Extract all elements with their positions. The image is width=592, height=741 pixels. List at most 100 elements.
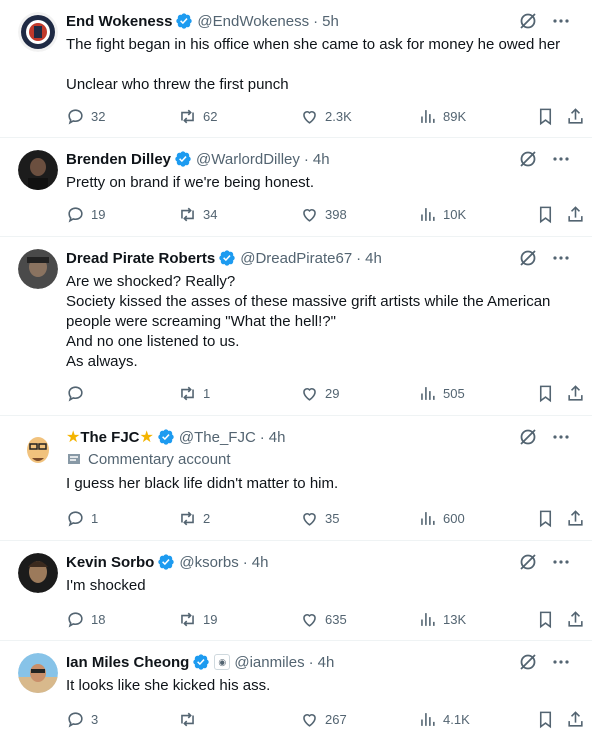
reply-button[interactable]: 18 bbox=[66, 609, 105, 629]
bookmark-button[interactable] bbox=[536, 106, 555, 126]
like-count: 398 bbox=[325, 206, 347, 222]
tweet-text: Pretty on brand if we're being honest. bbox=[66, 174, 315, 191]
grok-icon[interactable] bbox=[518, 652, 538, 672]
views-button[interactable]: 10K bbox=[418, 204, 466, 224]
reply-button[interactable]: 32 bbox=[66, 106, 105, 126]
reply-button[interactable]: 1 bbox=[66, 508, 98, 528]
like-button[interactable]: 267 bbox=[300, 709, 347, 729]
more-icon[interactable] bbox=[552, 653, 570, 671]
avatar[interactable] bbox=[18, 249, 58, 289]
tweet[interactable]: Kevin Sorbo @ksorbs · 4h I'm shocked 18 … bbox=[0, 541, 592, 641]
repost-button[interactable]: 1 bbox=[178, 383, 210, 403]
repost-button[interactable]: 19 bbox=[178, 609, 217, 629]
reply-button[interactable]: 3 bbox=[66, 709, 98, 729]
verified-badge-icon bbox=[175, 151, 191, 167]
action-bar: 19 34 398 10K bbox=[66, 204, 584, 224]
views-button[interactable]: 505 bbox=[418, 383, 465, 403]
affiliate-badge-icon[interactable]: ◉ bbox=[214, 654, 231, 670]
repost-button[interactable]: 2 bbox=[178, 508, 210, 528]
repost-button[interactable]: 34 bbox=[178, 204, 217, 224]
like-button[interactable]: 635 bbox=[300, 609, 347, 629]
tweet[interactable]: ★ The FJC ★ @The_FJC · 4h Commentary acc… bbox=[0, 416, 592, 541]
bookmark-icon bbox=[539, 385, 552, 402]
views-count: 505 bbox=[443, 385, 465, 401]
share-button[interactable] bbox=[566, 709, 585, 729]
views-count: 10K bbox=[443, 206, 467, 222]
share-button[interactable] bbox=[566, 204, 585, 224]
author-name[interactable]: Kevin Sorbo bbox=[66, 554, 154, 571]
reply-count: 19 bbox=[91, 206, 106, 222]
like-button[interactable]: 2.3K bbox=[300, 106, 352, 126]
avatar[interactable] bbox=[18, 553, 58, 593]
tweet-text: It looks like she kicked his ass. bbox=[66, 677, 271, 694]
tweet-header: Brenden Dilley @WarlordDilley · 4h bbox=[66, 149, 580, 169]
views-button[interactable]: 4.1K bbox=[418, 709, 470, 729]
tweet[interactable]: Brenden Dilley @WarlordDilley · 4h Prett… bbox=[0, 138, 592, 237]
views-button[interactable]: 600 bbox=[418, 508, 465, 528]
grok-icon[interactable] bbox=[518, 11, 538, 31]
author-handle[interactable]: @ianmiles bbox=[234, 654, 304, 671]
author-handle[interactable]: @ksorbs bbox=[179, 554, 238, 571]
timestamp[interactable]: 4h bbox=[313, 151, 330, 168]
tweet-text: I'm shocked bbox=[66, 577, 146, 594]
timestamp[interactable]: 5h bbox=[322, 13, 339, 30]
timestamp[interactable]: 4h bbox=[365, 250, 382, 267]
verified-badge-icon bbox=[193, 654, 210, 670]
tweet[interactable]: End Wokeness @EndWokeness · 5h The fight… bbox=[0, 0, 592, 138]
more-icon[interactable] bbox=[552, 150, 570, 168]
bookmark-button[interactable] bbox=[536, 609, 555, 629]
author-name[interactable]: Dread Pirate Roberts bbox=[66, 250, 215, 267]
author-handle[interactable]: @WarlordDilley bbox=[196, 151, 300, 168]
author-name[interactable]: The FJC bbox=[80, 429, 139, 446]
share-button[interactable] bbox=[566, 383, 585, 403]
grok-icon[interactable] bbox=[518, 427, 538, 447]
more-icon[interactable] bbox=[552, 428, 570, 446]
like-icon bbox=[303, 208, 316, 222]
views-button[interactable]: 13K bbox=[418, 609, 466, 629]
timestamp[interactable]: 4h bbox=[318, 654, 335, 671]
tweet[interactable]: Ian Miles Cheong ◉ @ianmiles · 4h It loo… bbox=[0, 641, 592, 741]
avatar[interactable] bbox=[18, 653, 58, 693]
author-name[interactable]: Ian Miles Cheong bbox=[66, 654, 189, 671]
like-button[interactable]: 35 bbox=[300, 508, 339, 528]
bookmark-button[interactable] bbox=[536, 204, 555, 224]
repost-button[interactable]: 62 bbox=[178, 106, 217, 126]
tweet-header: End Wokeness @EndWokeness · 5h bbox=[66, 11, 580, 31]
like-icon bbox=[303, 387, 316, 401]
author-handle[interactable]: @EndWokeness bbox=[197, 13, 309, 30]
more-icon[interactable] bbox=[552, 553, 570, 571]
author-handle[interactable]: @DreadPirate67 bbox=[240, 250, 352, 267]
avatar[interactable] bbox=[18, 428, 58, 468]
bookmark-button[interactable] bbox=[536, 508, 555, 528]
repost-icon bbox=[181, 207, 194, 221]
share-button[interactable] bbox=[566, 508, 585, 528]
account-label[interactable]: Commentary account bbox=[66, 449, 231, 469]
tweet[interactable]: Dread Pirate Roberts @DreadPirate67 · 4h… bbox=[0, 237, 592, 416]
timestamp[interactable]: 4h bbox=[269, 429, 286, 446]
bookmark-button[interactable] bbox=[536, 383, 555, 403]
like-button[interactable]: 398 bbox=[300, 204, 347, 224]
author-name[interactable]: Brenden Dilley bbox=[66, 151, 171, 168]
repost-button[interactable] bbox=[178, 709, 203, 729]
repost-count: 34 bbox=[203, 206, 218, 222]
like-button[interactable]: 29 bbox=[300, 383, 339, 403]
avatar[interactable] bbox=[18, 12, 58, 52]
bookmark-button[interactable] bbox=[536, 709, 555, 729]
reply-button[interactable] bbox=[66, 383, 91, 403]
views-icon bbox=[421, 207, 435, 221]
views-button[interactable]: 89K bbox=[418, 106, 466, 126]
reply-button[interactable]: 19 bbox=[66, 204, 105, 224]
timestamp[interactable]: 4h bbox=[252, 554, 269, 571]
share-button[interactable] bbox=[566, 106, 585, 126]
share-button[interactable] bbox=[566, 609, 585, 629]
grok-icon[interactable] bbox=[518, 552, 538, 572]
share-icon bbox=[568, 205, 583, 222]
author-name[interactable]: End Wokeness bbox=[66, 13, 172, 30]
grok-icon[interactable] bbox=[518, 248, 538, 268]
author-handle[interactable]: @The_FJC bbox=[179, 429, 256, 446]
more-icon[interactable] bbox=[552, 249, 570, 267]
reply-icon bbox=[68, 510, 83, 527]
avatar[interactable] bbox=[18, 150, 58, 190]
more-icon[interactable] bbox=[552, 12, 570, 30]
grok-icon[interactable] bbox=[518, 149, 538, 169]
